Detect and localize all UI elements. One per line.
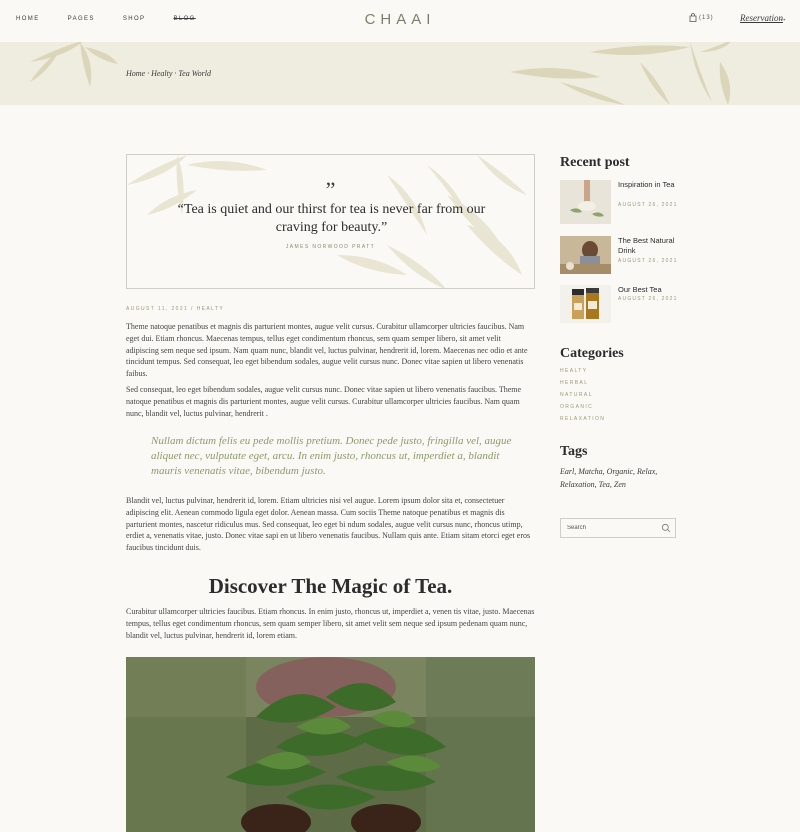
tea-leaves-photo bbox=[126, 657, 535, 832]
arrow-right-icon: → bbox=[778, 13, 787, 23]
reservation-link[interactable]: Reservation bbox=[740, 13, 783, 23]
category-link-relaxation[interactable]: RELAXATION bbox=[560, 416, 605, 428]
post-paragraph: Sed consequat, leo eget bibendum sodales… bbox=[126, 385, 522, 418]
post-title[interactable]: Inspiration in Tea bbox=[618, 180, 688, 190]
quote-text: “Tea is quiet and our thirst for tea is … bbox=[177, 202, 486, 235]
recent-posts-title: Recent post bbox=[560, 155, 630, 170]
tag-cloud[interactable]: Earl, Matcha, Organic, Relax, Relaxation… bbox=[560, 465, 680, 491]
post-title[interactable]: The Best Natural Drink bbox=[618, 236, 688, 256]
post-thumbnail[interactable] bbox=[560, 236, 611, 280]
recent-post-item[interactable]: The Best Natural Drink AUGUST 26, 2021 bbox=[560, 236, 680, 282]
tea-leaves-image bbox=[126, 657, 535, 832]
post-meta[interactable]: AUGUST 11, 2021 / HEALTY bbox=[126, 306, 224, 312]
category-link-herbal[interactable]: HERBAL bbox=[560, 380, 605, 392]
post-thumbnail[interactable] bbox=[560, 180, 611, 224]
recent-post-item[interactable]: Our Best Tea AUGUST 26, 2021 bbox=[560, 285, 680, 331]
post-date: AUGUST 26, 2021 bbox=[618, 258, 678, 264]
categories-title: Categories bbox=[560, 346, 624, 361]
tags-title: Tags bbox=[560, 444, 588, 459]
post-date: AUGUST 26, 2021 bbox=[618, 296, 678, 302]
cart-count: (13) bbox=[699, 14, 714, 21]
quote-author: JAMES NORWOOD PRATT bbox=[285, 244, 376, 250]
category-link-healty[interactable]: HEALTY bbox=[560, 368, 605, 380]
page-banner bbox=[0, 42, 800, 105]
post-paragraph: Blandit vel, luctus pulvinar, hendrerit … bbox=[126, 496, 531, 553]
post-paragraph: Curabitur ullamcorper ultricies faucibus… bbox=[126, 607, 535, 640]
category-list: HEALTY HERBAL NATURAL ORGANIC RELAXATION bbox=[560, 368, 605, 428]
quote-mark-icon: ” bbox=[325, 177, 336, 202]
bamboo-leaves-decoration bbox=[30, 42, 731, 105]
recent-post-item[interactable]: Inspiration in Tea AUGUST 26, 2021 bbox=[560, 180, 680, 226]
search-icon[interactable] bbox=[661, 523, 671, 533]
breadcrumb[interactable]: Home · Healty · Tea World bbox=[126, 69, 211, 78]
post-date: AUGUST 26, 2021 bbox=[618, 202, 678, 208]
category-link-organic[interactable]: ORGANIC bbox=[560, 404, 605, 416]
pull-quote: Nullam dictum felis eu pede mollis preti… bbox=[151, 435, 512, 477]
category-link-natural[interactable]: NATURAL bbox=[560, 392, 605, 404]
search-input[interactable] bbox=[567, 522, 657, 534]
top-navigation-bar: HOME PAGES SHOP BLOG CHAAI (13) Reservat… bbox=[0, 0, 800, 42]
section-title: Discover The Magic of Tea. bbox=[208, 574, 453, 598]
search-box bbox=[560, 518, 676, 538]
shopping-bag-icon bbox=[689, 13, 697, 22]
post-title[interactable]: Our Best Tea bbox=[618, 285, 688, 295]
featured-quote: ” “Tea is quiet and our thirst for tea i… bbox=[126, 154, 535, 289]
site-logo[interactable]: CHAAI bbox=[0, 11, 800, 28]
post-thumbnail[interactable] bbox=[560, 285, 611, 329]
post-paragraph: Theme natoque penatibus et magnis dis pa… bbox=[126, 322, 528, 379]
cart-button[interactable]: (13) bbox=[689, 13, 714, 22]
